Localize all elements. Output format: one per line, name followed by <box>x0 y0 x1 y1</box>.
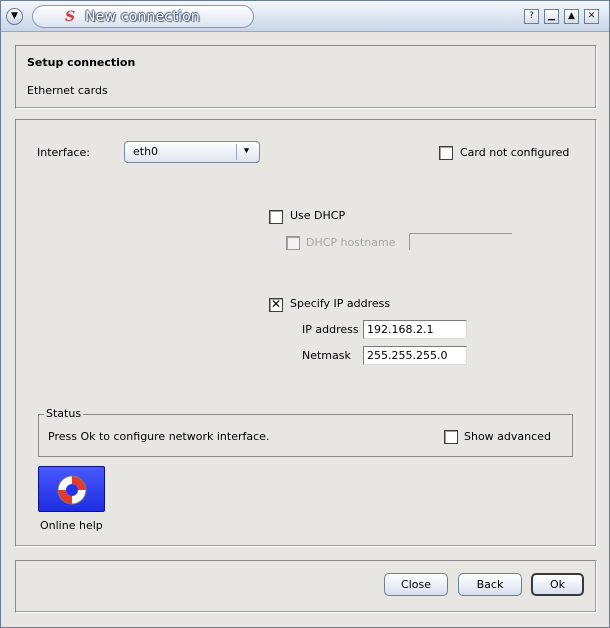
close-icon: ✕ <box>587 11 596 21</box>
close-window-button[interactable]: ✕ <box>584 9 599 24</box>
specify-ip-checkbox[interactable]: ✕ <box>269 298 283 312</box>
interface-select-value: eth0 <box>133 145 159 158</box>
window-title: New connection <box>85 9 200 25</box>
close-button[interactable]: Close <box>384 573 448 596</box>
online-help-button[interactable] <box>38 466 105 512</box>
use-dhcp-checkbox[interactable] <box>269 210 283 224</box>
ip-address-input[interactable]: 192.168.2.1 <box>363 320 467 339</box>
netmask-input[interactable]: 255.255.255.0 <box>363 346 467 365</box>
new-connection-window: ▼ S New connection ? ▁ ▲ ✕ Setup connect… <box>0 0 610 628</box>
page-title: Setup connection <box>27 56 136 69</box>
help-title-button[interactable]: ? <box>524 9 539 24</box>
online-help-label: Online help <box>40 519 103 532</box>
use-dhcp-label: Use DHCP <box>290 209 346 222</box>
interface-select[interactable]: eth0 ⯆ <box>124 141 260 163</box>
specify-ip-label: Specify IP address <box>290 297 391 310</box>
netmask-label: Netmask <box>302 349 351 362</box>
back-button[interactable]: Back <box>458 573 522 596</box>
app-logo-icon: S <box>65 9 76 25</box>
window-menu-button[interactable]: ▼ <box>6 8 23 25</box>
title-pill: S New connection <box>32 5 254 28</box>
show-advanced-checkbox[interactable] <box>444 430 458 444</box>
dropdown-arrow-icon[interactable]: ⯆ <box>236 144 256 160</box>
card-not-configured-label: Card not configured <box>460 146 570 159</box>
page-subtitle: Ethernet cards <box>27 84 108 97</box>
chevron-down-icon: ▼ <box>11 11 18 21</box>
show-advanced-label: Show advanced <box>464 430 551 443</box>
status-legend: Status <box>44 407 84 420</box>
minimize-icon: ▁ <box>548 11 555 21</box>
ok-button[interactable]: Ok <box>531 573 584 596</box>
ip-address-label: IP address <box>302 323 359 336</box>
dhcp-hostname-label: DHCP hostname <box>306 236 396 249</box>
card-not-configured-checkbox[interactable] <box>439 146 453 160</box>
header-panel: Setup connection Ethernet cards <box>15 45 597 109</box>
maximize-button[interactable]: ▲ <box>564 9 579 24</box>
dhcp-hostname-checkbox[interactable] <box>286 236 300 250</box>
dhcp-hostname-input[interactable] <box>409 233 512 250</box>
maximize-icon: ▲ <box>568 11 575 21</box>
interface-label: Interface: <box>37 146 90 159</box>
lifebuoy-icon <box>57 475 87 505</box>
status-message: Press Ok to configure network interface. <box>48 430 270 443</box>
title-bar[interactable]: ▼ S New connection ? ▁ ▲ ✕ <box>1 1 609 32</box>
help-icon: ? <box>529 11 534 21</box>
minimize-button[interactable]: ▁ <box>544 9 559 24</box>
